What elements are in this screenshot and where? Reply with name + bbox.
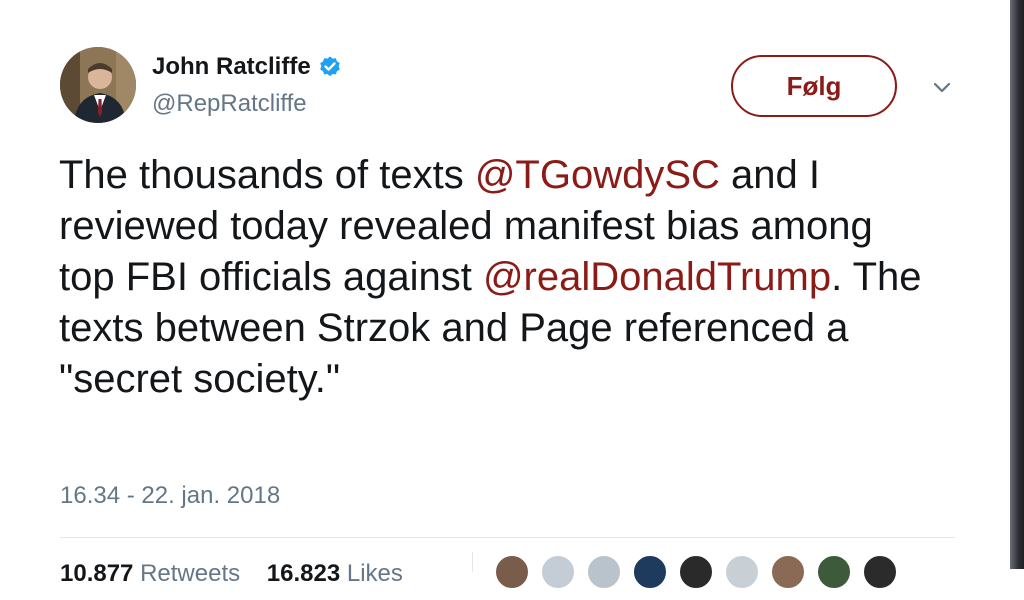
- retweets-label[interactable]: Retweets: [140, 560, 240, 587]
- mention-link[interactable]: @TGowdySC: [475, 153, 720, 197]
- liker-avatar[interactable]: [540, 554, 576, 590]
- tweet-text-segment: The thousands of texts: [59, 153, 475, 197]
- mention-link[interactable]: @realDonaldTrump: [483, 255, 831, 299]
- liker-avatar[interactable]: [586, 554, 622, 590]
- likes-count[interactable]: 16.823: [267, 560, 340, 587]
- author-name[interactable]: John Ratcliffe: [152, 53, 311, 81]
- liker-avatar[interactable]: [724, 554, 760, 590]
- likes-label[interactable]: Likes: [347, 560, 403, 587]
- chevron-down-icon[interactable]: [930, 80, 954, 96]
- tweet-card: John Ratcliffe @RepRatcliffe Følg The th…: [0, 0, 1012, 600]
- liker-avatar[interactable]: [770, 554, 806, 590]
- liker-avatar[interactable]: [494, 554, 530, 590]
- author-handle[interactable]: @RepRatcliffe: [152, 90, 307, 118]
- tweet-stats: 10.877 Retweets 16.823 Likes: [60, 560, 403, 588]
- retweets-count[interactable]: 10.877: [60, 560, 133, 587]
- stats-separator: [472, 552, 473, 572]
- tweet-text: The thousands of texts @TGowdySC and I r…: [59, 150, 939, 405]
- liker-avatar[interactable]: [816, 554, 852, 590]
- window-edge: [1010, 0, 1024, 569]
- verified-badge-icon: [318, 55, 342, 79]
- liker-avatar[interactable]: [632, 554, 668, 590]
- tweet-timestamp[interactable]: 16.34 - 22. jan. 2018: [60, 482, 280, 510]
- avatar[interactable]: [60, 47, 136, 123]
- divider: [60, 537, 955, 538]
- liker-avatar[interactable]: [678, 554, 714, 590]
- liker-avatar[interactable]: [862, 554, 898, 590]
- follow-button[interactable]: Følg: [731, 55, 897, 117]
